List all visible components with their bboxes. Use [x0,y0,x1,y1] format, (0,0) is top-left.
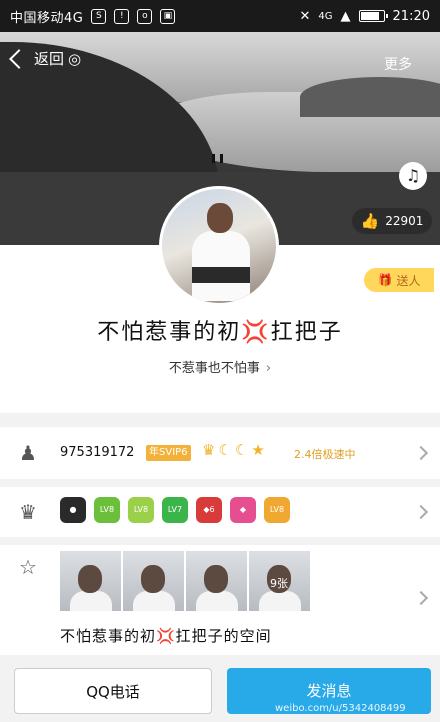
back-label: 返回 [34,50,65,68]
cover-hill-far [300,77,440,117]
crown-icon: ♛ [202,441,216,459]
qq-number: 975319172 [60,445,135,460]
qq-call-button[interactable]: QQ电话 [14,668,212,714]
space-star-icon: ☆ [19,555,37,579]
moon-icon: ☾ [218,441,232,459]
speed-text: 2.4倍极速中 [294,448,356,461]
star-icon: ★ [251,441,265,459]
chevron-right-icon [413,504,429,520]
mute-icon: ✕ [299,8,311,24]
lv8-icon: LV8 [94,497,120,523]
moon-icon: ☾ [234,441,249,459]
like-button[interactable]: 👍 22901 [352,208,432,234]
space-name: 不怕惹事的初💢扛把子的空间 [60,627,272,645]
avatar-body [192,231,250,301]
photo-thumbnail[interactable] [60,551,121,611]
signature[interactable]: 不惹事也不怕事 › [0,357,440,376]
gift-label: 送人 [396,273,421,288]
crown-icon: ♛ [19,500,37,524]
thumbs-up-icon: 👍 [360,212,380,230]
lv8-gold-icon: LV8 [264,497,290,523]
chevron-right-icon [413,445,429,461]
photo-thumbnail[interactable] [186,551,247,611]
qq-info-row[interactable]: ♟ 975319172 年SVIP6 ♛ ☾ ☾ ★ 2.4倍极速中 [0,427,440,479]
message-icon: o [137,8,153,24]
sync-icon: S [91,8,107,24]
chevron-right-icon [413,590,429,606]
carrier-label: 中国移动4G [10,10,84,26]
like-count: 22901 [385,214,424,228]
cover-figure [220,154,223,163]
battery-icon [358,10,388,22]
space-row[interactable]: ☆ 9张 不怕惹事的初💢扛把子的空间 [0,545,440,655]
back-button[interactable]: 返回 ◎ [9,48,82,69]
qq-pet-icon: ● [60,497,86,523]
watermark: weibo.com/u/5342408499 [275,703,406,714]
lv8b-icon: LV8 [128,497,154,523]
svip-badge: 年SVIP6 [146,445,191,461]
image-icon: ▣ [160,8,176,24]
lv7-icon: LV7 [162,497,188,523]
vip-icons: ● LV8 LV8 LV7 ◆6 ◆ LV8 [60,497,290,523]
photo-thumbnail[interactable] [123,551,184,611]
avatar-head [207,203,233,233]
level-icons: ♛ ☾ ☾ ★ [202,441,265,459]
penguin-icon: ♟ [19,441,37,465]
vip-row[interactable]: ♛ ● LV8 LV8 LV7 ◆6 ◆ LV8 [0,487,440,537]
signal-icon: ▲ [340,8,351,24]
diamond-pink-icon: ◆ [230,497,256,523]
chevron-left-icon [9,48,29,69]
nickname: 不怕惹事的初💢扛把子 [97,320,343,345]
status-bar: 中国移动4G S ! o ▣ ✕ 4G ▲ 21:20 [0,0,440,32]
gift-icon: 🎁 [377,273,393,287]
network-label: 4G [318,10,333,22]
music-icon[interactable]: ♫ [399,162,427,190]
more-button[interactable]: 更多 [384,54,412,74]
clock: 21:20 [392,8,430,24]
diamond-6-icon: ◆6 [196,497,222,523]
notification-icon: ! [114,8,130,24]
avatar[interactable] [159,186,279,306]
signature-text: 不惹事也不怕事 [168,361,260,376]
home-icon: ◎ [68,49,82,68]
chevron-right-icon: › [265,361,272,376]
gift-button[interactable]: 🎁 送人 [364,268,434,292]
avatar-band [192,267,250,283]
cover-figure [212,154,215,163]
photo-count: 9张 [270,577,288,590]
